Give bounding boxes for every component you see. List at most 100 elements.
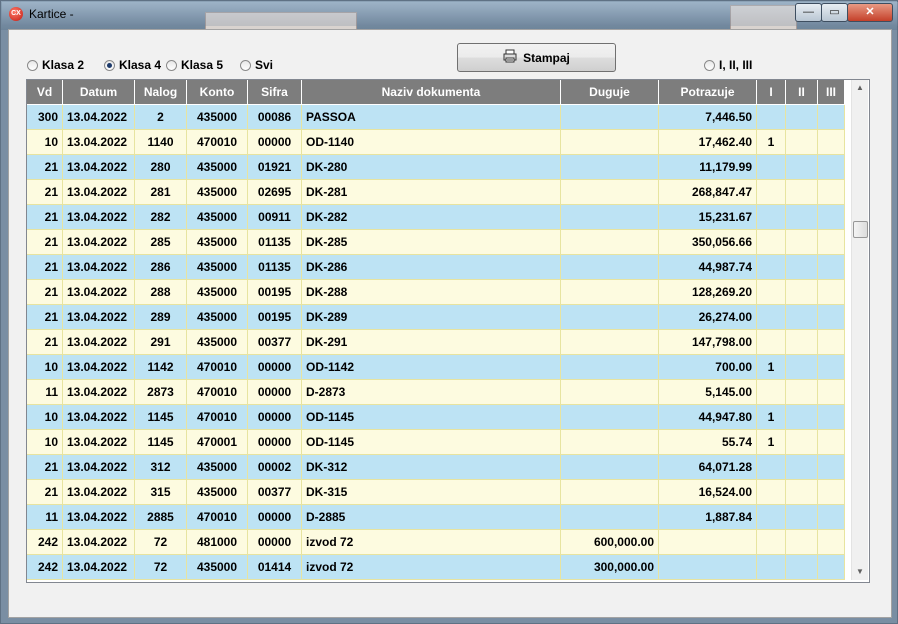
table-cell[interactable]: 2885 [135, 505, 187, 530]
table-cell[interactable]: 13.04.2022 [63, 505, 135, 530]
table-cell[interactable] [818, 480, 845, 505]
table-cell[interactable]: 21 [27, 205, 63, 230]
table-cell[interactable]: 00377 [248, 330, 302, 355]
radio-klasa-2[interactable]: Klasa 2 [27, 57, 84, 73]
table-cell[interactable] [786, 430, 818, 455]
table-cell[interactable] [818, 430, 845, 455]
table-cell[interactable] [757, 105, 786, 130]
table-cell[interactable]: 44,947.80 [659, 405, 757, 430]
table-cell[interactable]: 1 [757, 355, 786, 380]
table-cell[interactable] [561, 380, 659, 405]
column-header[interactable]: Duguje [561, 80, 659, 105]
table-cell[interactable] [818, 305, 845, 330]
table-cell[interactable]: 13.04.2022 [63, 405, 135, 430]
table-cell[interactable] [757, 455, 786, 480]
table-cell[interactable]: 11 [27, 505, 63, 530]
table-cell[interactable]: 700.00 [659, 355, 757, 380]
table-cell[interactable]: 00000 [248, 505, 302, 530]
close-button[interactable]: ✕ [847, 3, 893, 22]
table-cell[interactable] [757, 305, 786, 330]
table-row[interactable]: 10 13.04.2022 1140 470010 00000 OD-1140 17,462… [27, 130, 845, 155]
table-cell[interactable] [818, 105, 845, 130]
table-cell[interactable] [786, 105, 818, 130]
table-cell[interactable]: OD-1140 [302, 130, 561, 155]
table-cell[interactable] [757, 255, 786, 280]
table-cell[interactable] [561, 305, 659, 330]
table-cell[interactable] [757, 505, 786, 530]
table-cell[interactable]: 435000 [187, 280, 248, 305]
table-cell[interactable]: 600,000.00 [561, 530, 659, 555]
table-cell[interactable]: 16,524.00 [659, 480, 757, 505]
table-cell[interactable]: 435000 [187, 155, 248, 180]
table-cell[interactable] [786, 330, 818, 355]
table-cell[interactable]: DK-281 [302, 180, 561, 205]
table-cell[interactable] [786, 530, 818, 555]
table-cell[interactable]: 315 [135, 480, 187, 505]
table-row[interactable]: 10 13.04.2022 1145 470010 00000 OD-1145 44,947… [27, 405, 845, 430]
column-header[interactable]: Potrazuje [659, 80, 757, 105]
table-cell[interactable] [818, 280, 845, 305]
table-cell[interactable]: 350,056.66 [659, 230, 757, 255]
table-cell[interactable]: 268,847.47 [659, 180, 757, 205]
table-cell[interactable]: 55.74 [659, 430, 757, 455]
table-cell[interactable]: 435000 [187, 230, 248, 255]
column-header[interactable]: Sifra [248, 80, 302, 105]
table-cell[interactable]: DK-280 [302, 155, 561, 180]
kartice-table[interactable]: Vd Datum Nalog Konto Sifra Naziv dokumen… [26, 79, 870, 583]
table-cell[interactable] [561, 280, 659, 305]
table-cell[interactable] [786, 480, 818, 505]
table-row[interactable]: 21 13.04.2022 281 435000 02695 DK-281 268,847.… [27, 180, 845, 205]
table-cell[interactable] [818, 230, 845, 255]
table-cell[interactable] [561, 155, 659, 180]
table-cell[interactable]: 13.04.2022 [63, 180, 135, 205]
table-row[interactable]: 21 13.04.2022 280 435000 01921 DK-280 11,179.9… [27, 155, 845, 180]
column-header[interactable]: II [786, 80, 818, 105]
table-row[interactable]: 21 13.04.2022 289 435000 00195 DK-289 26,274.0… [27, 305, 845, 330]
table-cell[interactable]: 300,000.00 [561, 555, 659, 580]
table-cell[interactable]: D-2885 [302, 505, 561, 530]
table-cell[interactable]: 21 [27, 330, 63, 355]
table-cell[interactable]: 21 [27, 455, 63, 480]
table-cell[interactable]: OD-1145 [302, 430, 561, 455]
table-row[interactable]: 21 13.04.2022 285 435000 01135 DK-285 350,056.… [27, 230, 845, 255]
table-cell[interactable]: 13.04.2022 [63, 130, 135, 155]
table-cell[interactable]: 1 [757, 430, 786, 455]
table-cell[interactable]: 300 [27, 105, 63, 130]
table-cell[interactable] [659, 555, 757, 580]
table-cell[interactable] [786, 505, 818, 530]
column-header[interactable]: I [757, 80, 786, 105]
table-cell[interactable] [757, 180, 786, 205]
table-cell[interactable]: 291 [135, 330, 187, 355]
table-cell[interactable]: 13.04.2022 [63, 230, 135, 255]
table-cell[interactable]: 435000 [187, 305, 248, 330]
table-row[interactable]: 242 13.04.2022 72 435000 01414 izvod 72 300,00… [27, 555, 845, 580]
table-cell[interactable] [786, 205, 818, 230]
table-cell[interactable] [786, 455, 818, 480]
table-cell[interactable] [757, 480, 786, 505]
table-cell[interactable] [786, 555, 818, 580]
table-cell[interactable]: 312 [135, 455, 187, 480]
table-cell[interactable] [757, 155, 786, 180]
title-bar[interactable]: CX Kartice - — ▭ ✕ [2, 2, 898, 26]
table-cell[interactable]: DK-285 [302, 230, 561, 255]
column-header[interactable]: Nalog [135, 80, 187, 105]
table-cell[interactable]: DK-315 [302, 480, 561, 505]
table-cell[interactable] [786, 155, 818, 180]
table-cell[interactable] [757, 530, 786, 555]
table-cell[interactable]: 01135 [248, 255, 302, 280]
table-cell[interactable] [818, 180, 845, 205]
table-cell[interactable]: 13.04.2022 [63, 380, 135, 405]
table-cell[interactable]: 285 [135, 230, 187, 255]
table-cell[interactable]: 02695 [248, 180, 302, 205]
table-cell[interactable]: 281 [135, 180, 187, 205]
table-cell[interactable]: 00000 [248, 405, 302, 430]
table-cell[interactable]: 128,269.20 [659, 280, 757, 305]
table-cell[interactable]: 435000 [187, 555, 248, 580]
table-cell[interactable]: 17,462.40 [659, 130, 757, 155]
table-cell[interactable]: 13.04.2022 [63, 305, 135, 330]
table-cell[interactable] [757, 230, 786, 255]
table-cell[interactable]: DK-289 [302, 305, 561, 330]
table-cell[interactable]: 10 [27, 355, 63, 380]
column-header[interactable]: Konto [187, 80, 248, 105]
table-cell[interactable]: 5,145.00 [659, 380, 757, 405]
